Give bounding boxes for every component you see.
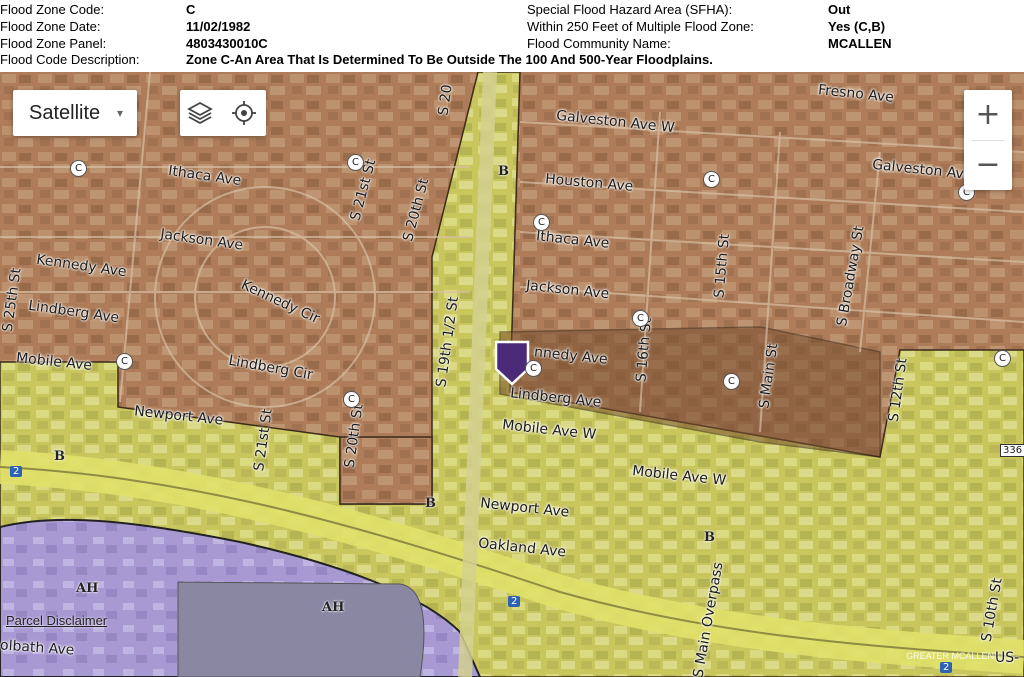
street-us: US- <box>995 650 1020 666</box>
highway-shield-2a: 2 <box>10 466 23 477</box>
zone-b-label: B <box>54 449 65 464</box>
locate-icon[interactable] <box>230 99 258 127</box>
zoom-in-button[interactable]: + <box>964 90 1012 140</box>
zone-b-label: B <box>498 164 509 179</box>
zone-c-badge: C <box>703 171 720 188</box>
highway-shield-2b: 2 <box>508 596 521 607</box>
flood-zone-code-value: C <box>186 2 196 17</box>
zone-b-label: B <box>425 496 436 511</box>
zone-ah-label: AH <box>322 600 345 615</box>
flood-zone-code-label: Flood Zone Code: <box>0 2 105 17</box>
highway-shield-2c: 2 <box>940 662 953 673</box>
flood-zone-panel-value: 4803430010C <box>186 36 268 51</box>
flood-code-description-value: Zone C-An Area That Is Determined To Be … <box>186 52 713 67</box>
zone-c-badge: C <box>525 360 542 377</box>
community-label: Flood Community Name: <box>527 36 671 51</box>
zone-c-badge: C <box>70 160 87 177</box>
reservoir <box>177 581 425 677</box>
zoom-out-button[interactable]: − <box>964 140 1012 190</box>
within-250-value: Yes (C,B) <box>828 19 886 34</box>
zone-c-badge: C <box>116 353 133 370</box>
flood-zone-date-label: Flood Zone Date: <box>0 19 101 34</box>
sfha-value: Out <box>828 2 851 17</box>
zone-c-badge: C <box>343 391 360 408</box>
flood-zone-date-value: 11/02/1982 <box>186 19 251 34</box>
map-tools <box>180 90 266 136</box>
zone-b-label: B <box>704 530 715 545</box>
watermark: GREATER MCALLEN <box>906 651 994 661</box>
flood-map[interactable]: Fresno Ave Galveston Ave W Galveston Ave… <box>0 72 1024 677</box>
zone-c-badge: C <box>994 350 1011 367</box>
zone-c-badge: C <box>632 310 649 327</box>
map-type-dropdown[interactable]: Satellite ▾ <box>13 90 137 136</box>
zone-c-badge: C <box>533 214 550 231</box>
community-value: MCALLEN <box>828 36 892 51</box>
parcel-disclaimer-link[interactable]: Parcel Disclaimer <box>6 613 107 628</box>
zone-ah-label: AH <box>76 581 99 596</box>
zoom-control: + − <box>964 90 1012 190</box>
flood-code-description-label: Flood Code Description: <box>0 52 140 67</box>
sfha-label: Special Flood Hazard Area (SFHA): <box>527 2 733 17</box>
flood-zone-panel-label: Flood Zone Panel: <box>0 36 107 51</box>
map-canvas <box>0 72 1024 677</box>
within-250-label: Within 250 Feet of Multiple Flood Zone: <box>527 19 754 34</box>
flood-info-panel: Flood Zone Code: C Special Flood Hazard … <box>0 0 1024 72</box>
highway-shield-336: 336 <box>1000 444 1024 457</box>
layers-icon[interactable] <box>186 99 214 127</box>
zone-c-badge: C <box>723 373 740 390</box>
chevron-down-icon: ▾ <box>117 106 124 120</box>
zone-c-badge: C <box>347 154 364 171</box>
map-type-label: Satellite <box>29 102 101 124</box>
